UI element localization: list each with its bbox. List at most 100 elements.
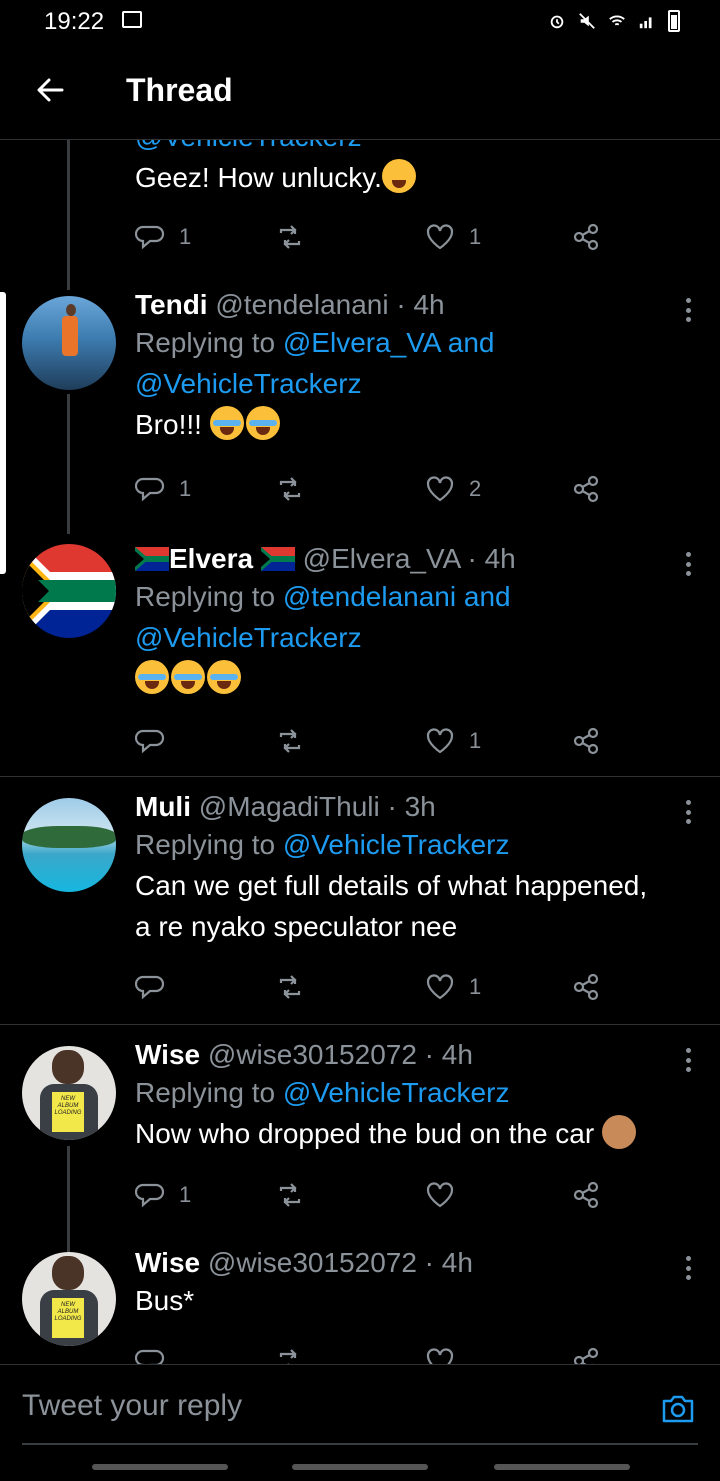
author-name[interactable]: Wise bbox=[135, 1039, 200, 1070]
share-button[interactable] bbox=[571, 1346, 601, 1364]
like-button[interactable]: 1 bbox=[425, 222, 481, 252]
mention-link[interactable]: @tendelanani bbox=[283, 581, 456, 612]
retweet-button[interactable] bbox=[275, 474, 319, 504]
tweet-text: Now who dropped the bud on the car bbox=[135, 1118, 595, 1149]
author-name[interactable]: Elvera bbox=[169, 543, 253, 574]
tweet-tendi[interactable]: Tendi @tendelanani · 4h Replying to @Elv… bbox=[0, 288, 720, 534]
status-icons bbox=[548, 10, 680, 32]
reply-button[interactable] bbox=[135, 1346, 165, 1364]
share-button[interactable] bbox=[571, 222, 601, 252]
camera-icon[interactable] bbox=[660, 1391, 696, 1427]
author-name[interactable]: Tendi bbox=[135, 289, 208, 320]
reply-button[interactable]: 1 bbox=[135, 222, 191, 252]
retweet-button[interactable] bbox=[275, 222, 319, 252]
avatar[interactable]: NEW ALBUM LOADING bbox=[22, 1252, 116, 1346]
like-count: 1 bbox=[469, 728, 482, 753]
heart-icon bbox=[426, 224, 454, 250]
alarm-icon bbox=[550, 15, 564, 29]
tweet-actions: 1 bbox=[135, 726, 605, 760]
more-options-icon[interactable] bbox=[686, 1048, 692, 1072]
back-arrow-icon[interactable] bbox=[34, 74, 66, 106]
more-options-icon[interactable] bbox=[686, 1256, 692, 1280]
replying-prefix: Replying to bbox=[135, 829, 276, 860]
reply-button[interactable] bbox=[135, 726, 179, 756]
tweet-partial[interactable]: @VehicleTrackerz Geez! How unlucky. 1 1 bbox=[0, 140, 720, 290]
share-icon bbox=[573, 1181, 599, 1209]
crying-face-emoji bbox=[209, 406, 244, 440]
avatar[interactable] bbox=[22, 544, 116, 638]
status-bar: 19:22 bbox=[0, 0, 720, 44]
weary-face-emoji bbox=[381, 159, 416, 193]
retweet-icon bbox=[279, 975, 301, 999]
tweet-actions: 1 bbox=[135, 972, 605, 1006]
mention-link[interactable]: @Elvera_VA bbox=[283, 327, 440, 358]
avatar[interactable] bbox=[22, 798, 116, 892]
like-count: 1 bbox=[469, 224, 482, 249]
share-button[interactable] bbox=[571, 726, 601, 756]
share-button[interactable] bbox=[571, 972, 601, 1002]
mention-and: and bbox=[463, 581, 511, 612]
tweet-wise[interactable]: NEW ALBUM LOADING Wise @wise30152072 · 4… bbox=[0, 1038, 720, 1256]
crying-face-emoji bbox=[245, 406, 280, 440]
replying-prefix: Replying to bbox=[135, 1077, 276, 1108]
more-options-icon[interactable] bbox=[686, 552, 692, 576]
reply-count: 1 bbox=[179, 224, 192, 249]
nav-recents[interactable] bbox=[92, 1464, 228, 1470]
tweet-body: Bus* bbox=[135, 1280, 690, 1321]
tweet-text-line: a re nyako speculator nee bbox=[135, 911, 458, 942]
like-button[interactable]: 2 bbox=[425, 474, 481, 504]
more-options-icon[interactable] bbox=[686, 298, 692, 322]
mention-link[interactable]: @VehicleTrackerz bbox=[283, 1077, 510, 1108]
author-handle: @wise30152072 · 4h bbox=[207, 1039, 473, 1070]
thread-feed[interactable]: @VehicleTrackerz Geez! How unlucky. 1 1 … bbox=[0, 140, 720, 1364]
like-count: 1 bbox=[469, 974, 482, 999]
tweet-body: Geez! How unlucky. bbox=[135, 157, 690, 198]
tweet-text: Bro!!! bbox=[135, 409, 202, 440]
like-button[interactable]: 1 bbox=[425, 972, 481, 1002]
reply-button[interactable]: 1 bbox=[135, 474, 191, 504]
wifi-icon bbox=[609, 15, 625, 26]
like-button[interactable]: 1 bbox=[425, 726, 481, 756]
reply-input-underline bbox=[22, 1443, 698, 1445]
retweet-button[interactable] bbox=[275, 972, 319, 1002]
replying-prefix: Replying to bbox=[135, 581, 276, 612]
author-handle: @tendelanani · 4h bbox=[215, 289, 445, 320]
replying-to-cont: @VehicleTrackerz bbox=[135, 363, 690, 404]
mention-link[interactable]: @VehicleTrackerz bbox=[135, 368, 362, 399]
retweet-button[interactable] bbox=[275, 1180, 319, 1210]
signal-icon bbox=[639, 17, 652, 29]
retweet-button[interactable] bbox=[275, 1346, 305, 1364]
mention-link[interactable]: @VehicleTrackerz bbox=[283, 829, 510, 860]
author-name[interactable]: Wise bbox=[135, 1247, 200, 1278]
nav-back[interactable] bbox=[494, 1464, 630, 1470]
replying-to: Replying to @VehicleTrackerz bbox=[135, 824, 690, 865]
reply-button[interactable]: 1 bbox=[135, 1180, 191, 1210]
reply-button[interactable] bbox=[135, 972, 179, 1002]
retweet-icon bbox=[279, 1183, 301, 1207]
tweet-body bbox=[135, 658, 690, 699]
tweet-wise[interactable]: NEW ALBUM LOADING Wise @wise30152072 · 4… bbox=[0, 1246, 720, 1364]
avatar[interactable]: NEW ALBUM LOADING bbox=[22, 1046, 116, 1140]
more-options-icon[interactable] bbox=[686, 800, 692, 824]
reply-input[interactable]: Tweet your reply bbox=[22, 1389, 242, 1423]
share-icon bbox=[573, 223, 599, 251]
share-icon bbox=[573, 475, 599, 503]
mention-link[interactable]: @VehicleTrackerz bbox=[135, 622, 362, 653]
author-name[interactable]: Muli bbox=[135, 791, 191, 822]
nav-home[interactable] bbox=[292, 1464, 428, 1470]
thread-line bbox=[67, 140, 70, 290]
reply-mention-partial[interactable]: @VehicleTrackerz bbox=[135, 140, 690, 157]
share-button[interactable] bbox=[571, 474, 601, 504]
retweet-icon bbox=[279, 1349, 297, 1364]
tweet-author-row: Wise @wise30152072 · 4h bbox=[135, 1038, 690, 1072]
tweet-muli[interactable]: Muli @MagadiThuli · 3h Replying to @Vehi… bbox=[0, 790, 720, 1024]
like-button[interactable] bbox=[425, 1346, 455, 1364]
retweet-button[interactable] bbox=[275, 726, 319, 756]
tweet-elvera[interactable]: Elvera @Elvera_VA · 4h Replying to @tend… bbox=[0, 542, 720, 776]
share-button[interactable] bbox=[571, 1180, 601, 1210]
avatar[interactable] bbox=[22, 296, 116, 390]
like-button[interactable] bbox=[425, 1180, 469, 1210]
tweet-text: Bus* bbox=[135, 1285, 195, 1316]
reply-icon bbox=[135, 1183, 165, 1208]
mute-icon bbox=[579, 13, 595, 29]
